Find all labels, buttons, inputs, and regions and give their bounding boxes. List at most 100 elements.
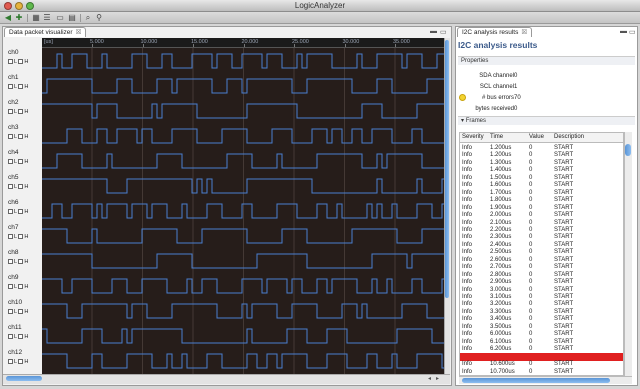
high-level-checkbox[interactable]	[18, 134, 24, 140]
low-level-label: L	[14, 59, 17, 65]
high-level-label: H	[24, 109, 29, 115]
low-level-checkbox[interactable]	[8, 334, 13, 340]
high-level-checkbox[interactable]	[18, 334, 24, 340]
high-level-label: H	[24, 134, 29, 140]
list-icon[interactable]: ☰	[42, 13, 52, 23]
back-icon[interactable]: ◀	[3, 13, 13, 23]
low-level-checkbox[interactable]	[8, 84, 13, 90]
waveform-horizontal-scrollbar[interactable]	[3, 374, 450, 384]
ruler-tick	[344, 44, 346, 47]
minimize-panel-icon[interactable]: ▬	[430, 28, 437, 35]
low-level-label: L	[14, 309, 17, 315]
high-level-label: H	[24, 84, 29, 90]
high-level-checkbox[interactable]	[18, 84, 24, 90]
properties-section-header[interactable]: Properties	[458, 56, 635, 65]
channel-item: ch0 L H	[3, 48, 42, 73]
high-level-checkbox[interactable]	[18, 359, 24, 365]
property-value: 1	[514, 84, 518, 90]
low-level-checkbox[interactable]	[8, 59, 13, 65]
column-header-time[interactable]: Time	[490, 134, 503, 140]
window-title: LogicAnalyzer	[294, 1, 346, 10]
property-value: 0	[514, 106, 518, 112]
low-level-checkbox[interactable]	[8, 359, 13, 365]
column-header-severity[interactable]: Severity	[462, 134, 484, 140]
close-tab-icon[interactable]: ☒	[521, 29, 527, 36]
low-level-checkbox[interactable]	[8, 209, 13, 215]
low-level-label: L	[14, 284, 17, 290]
signal-trace	[42, 128, 444, 144]
ruler-tick	[395, 44, 396, 47]
tab-i2c-analysis-results[interactable]: I2C analysis results ☒	[457, 27, 533, 37]
ruler-tick	[92, 44, 93, 47]
low-level-checkbox[interactable]	[8, 134, 13, 140]
frames-vertical-scrollbar[interactable]	[624, 132, 632, 376]
low-level-label: L	[14, 184, 17, 190]
waveform-canvas	[42, 48, 444, 374]
search-icon[interactable]: ⌕	[83, 13, 93, 23]
channel-name: ch12	[8, 349, 23, 356]
channel-item: ch1 L H	[3, 73, 42, 98]
channel-name: ch9	[8, 274, 19, 281]
frames-vertical-scroll-thumb[interactable]	[625, 144, 631, 156]
low-level-checkbox[interactable]	[8, 309, 13, 315]
maximize-panel-icon[interactable]: ▭	[440, 28, 447, 36]
low-level-checkbox[interactable]	[8, 284, 13, 290]
channel-level-controls: L H	[8, 234, 28, 240]
low-level-checkbox[interactable]	[8, 184, 13, 190]
table-row[interactable]: Info 10.700us 0 START	[460, 368, 623, 376]
high-level-checkbox[interactable]	[18, 184, 24, 190]
frames-table-header: Severity Time Value Description	[460, 133, 623, 143]
property-value: 0	[514, 73, 518, 79]
high-level-checkbox[interactable]	[18, 284, 24, 290]
high-level-checkbox[interactable]	[18, 109, 24, 115]
channel-name: ch4	[8, 149, 19, 156]
low-level-checkbox[interactable]	[8, 259, 13, 265]
low-level-checkbox[interactable]	[8, 234, 13, 240]
channel-name: ch5	[8, 174, 19, 181]
waveform-horizontal-scroll-thumb[interactable]	[6, 376, 42, 381]
low-level-label: L	[14, 209, 17, 215]
value-cell: 0	[529, 368, 533, 375]
channel-level-controls: L H	[8, 209, 28, 215]
tab-data-packet-visualizer[interactable]: Data packet visualizer ☒	[4, 27, 87, 37]
connector-icon[interactable]: ▭	[55, 13, 65, 23]
high-level-checkbox[interactable]	[18, 209, 24, 215]
device-icon[interactable]: ▤	[67, 13, 77, 23]
zoom-icon[interactable]: ⚲	[94, 13, 104, 23]
high-level-checkbox[interactable]	[18, 59, 24, 65]
waveform-vertical-scroll-thumb[interactable]	[445, 40, 449, 298]
waveform-area[interactable]	[42, 48, 444, 374]
close-tab-icon[interactable]: ☒	[76, 29, 82, 36]
high-level-checkbox[interactable]	[18, 259, 24, 265]
channel-grid-icon[interactable]: ▦	[31, 13, 41, 23]
maximize-panel-icon[interactable]: ▭	[629, 28, 636, 36]
low-level-checkbox[interactable]	[8, 109, 13, 115]
tab-label: Data packet visualizer	[9, 29, 73, 36]
high-level-checkbox[interactable]	[18, 159, 24, 165]
scroll-left-arrow-icon[interactable]: ◂	[428, 375, 431, 382]
channel-item: ch2 L H	[3, 98, 42, 123]
signal-trace	[42, 178, 444, 194]
channel-name: ch10	[8, 299, 23, 306]
channel-item: ch8 L H	[3, 248, 42, 273]
time-cell: 10.700us	[490, 368, 515, 375]
frames-section-header[interactable]: ▾ Frames	[458, 116, 635, 125]
column-header-description[interactable]: Description	[554, 134, 584, 140]
channel-level-controls: L H	[8, 84, 28, 90]
high-level-checkbox[interactable]	[18, 234, 24, 240]
add-icon[interactable]: ✚	[14, 13, 24, 23]
high-level-label: H	[24, 359, 29, 365]
minimize-panel-icon[interactable]: ▬	[620, 28, 627, 35]
scroll-right-arrow-icon[interactable]: ▸	[436, 375, 439, 382]
frames-horizontal-scroll-thumb[interactable]	[462, 378, 610, 383]
title-bar: LogicAnalyzer	[0, 0, 640, 12]
high-level-checkbox[interactable]	[18, 309, 24, 315]
description-cell: START	[554, 368, 574, 375]
toolbar-separator	[80, 14, 81, 22]
column-header-value[interactable]: Value	[529, 134, 544, 140]
channel-level-controls: L H	[8, 309, 28, 315]
severity-cell: Info	[462, 368, 473, 375]
low-level-checkbox[interactable]	[8, 159, 13, 165]
low-level-label: L	[14, 134, 17, 140]
channel-level-controls: L H	[8, 259, 28, 265]
